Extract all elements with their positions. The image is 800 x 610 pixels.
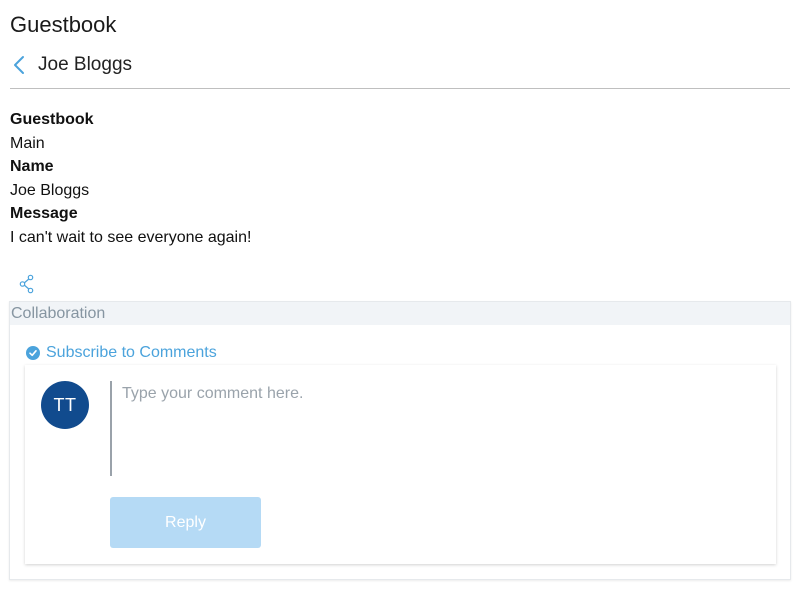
collaboration-panel: Collaboration Subscribe to Comments TT R… [9,301,791,580]
field-label-name: Name [10,158,54,175]
back-button[interactable] [10,52,28,78]
field-label-guestbook: Guestbook [10,111,94,128]
reply-button[interactable]: Reply [110,497,261,548]
entry-header: Joe Bloggs [10,52,132,78]
avatar: TT [41,381,89,429]
header-divider [10,88,790,89]
check-circle-icon [26,346,40,360]
entry-title: Joe Bloggs [38,54,133,75]
comment-form: TT Reply [25,365,776,564]
comment-input[interactable] [110,381,750,476]
chevron-left-icon [14,56,24,74]
entry-fields: Guestbook Main Name Joe Bloggs Message I… [10,108,251,249]
subscribe-label: Subscribe to Comments [46,344,217,361]
share-icon [19,274,34,294]
collaboration-header: Collaboration [10,302,790,325]
field-value-name: Joe Bloggs [10,181,90,199]
subscribe-to-comments-link[interactable]: Subscribe to Comments [26,344,217,362]
field-label-message: Message [10,205,78,222]
app-title: Guestbook [10,12,117,37]
field-value-message: I can't wait to see everyone again! [10,228,252,246]
field-value-guestbook: Main [10,134,45,152]
share-button[interactable] [18,274,36,294]
